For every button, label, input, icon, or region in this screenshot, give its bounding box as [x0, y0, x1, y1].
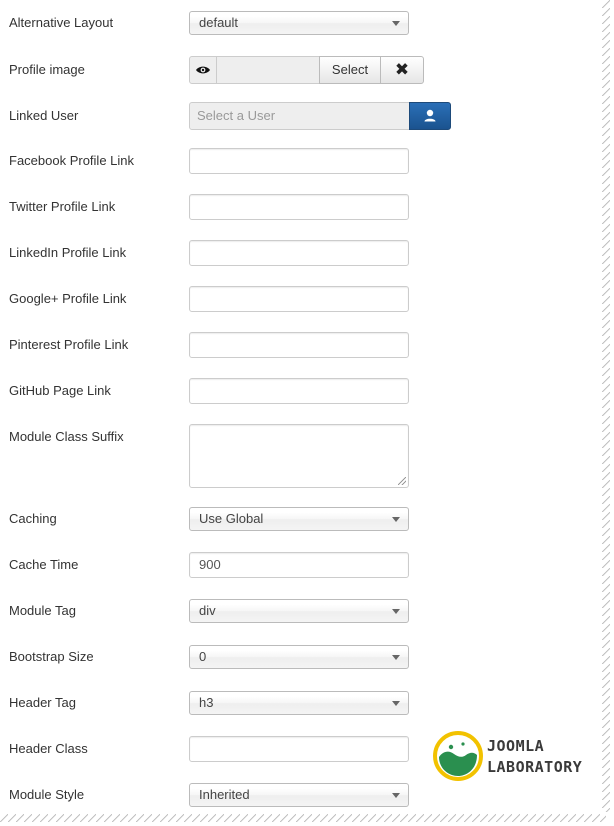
- select-user-button[interactable]: [409, 102, 451, 130]
- caching-select[interactable]: Use Global: [189, 507, 409, 531]
- profile-image-label: Profile image: [9, 62, 85, 77]
- header-tag-select[interactable]: h3: [189, 691, 409, 715]
- chevron-down-icon: [392, 609, 400, 614]
- header-class-input[interactable]: [189, 736, 409, 762]
- cache-time-label: Cache Time: [9, 557, 79, 572]
- chevron-down-icon: [392, 701, 400, 706]
- module-style-select[interactable]: Inherited: [189, 783, 409, 807]
- profile-image-path-field[interactable]: [216, 56, 320, 84]
- bootstrap-size-select[interactable]: 0: [189, 645, 409, 669]
- pinterest-input[interactable]: [189, 332, 409, 358]
- bootstrap-size-label: Bootstrap Size: [9, 649, 94, 664]
- github-input[interactable]: [189, 378, 409, 404]
- chevron-down-icon: [392, 21, 400, 26]
- joomla-laboratory-logo: JOOMLA LABORATORY: [432, 730, 592, 782]
- header-tag-label: Header Tag: [9, 695, 76, 710]
- facebook-input[interactable]: [189, 148, 409, 174]
- linked-user-label: Linked User: [9, 108, 79, 123]
- header-class-label: Header Class: [9, 741, 88, 756]
- chevron-down-icon: [392, 655, 400, 660]
- user-icon: [424, 109, 436, 122]
- module-class-suffix-textarea[interactable]: [189, 424, 409, 488]
- bootstrap-size-value: 0: [199, 649, 207, 664]
- header-tag-value: h3: [199, 695, 214, 710]
- profile-image-picker: Select ✖: [189, 56, 425, 84]
- caching-label: Caching: [9, 511, 57, 526]
- linked-user-picker: Select a User: [189, 102, 451, 130]
- logo-text-joomla: JOOMLA: [487, 737, 545, 755]
- linkedin-input[interactable]: [189, 240, 409, 266]
- module-tag-select[interactable]: div: [189, 599, 409, 623]
- alternative-layout-value: default: [199, 15, 239, 30]
- module-tag-value: div: [199, 603, 216, 618]
- github-label: GitHub Page Link: [9, 383, 111, 398]
- cache-time-input[interactable]: 900: [189, 552, 409, 578]
- eye-icon: [196, 66, 210, 74]
- caching-value: Use Global: [199, 511, 264, 526]
- linked-user-field[interactable]: Select a User: [189, 102, 410, 130]
- facebook-label: Facebook Profile Link: [9, 153, 135, 168]
- clear-image-button[interactable]: ✖: [380, 56, 424, 84]
- pinterest-label: Pinterest Profile Link: [9, 337, 129, 352]
- chevron-down-icon: [392, 793, 400, 798]
- resize-grip-icon[interactable]: [398, 477, 406, 485]
- alternative-layout-label: Alternative Layout: [9, 15, 114, 30]
- logo-text-laboratory: LABORATORY: [487, 758, 583, 776]
- twitter-label: Twitter Profile Link: [9, 199, 116, 214]
- select-image-button[interactable]: Select: [319, 56, 381, 84]
- module-class-suffix-label: Module Class Suffix: [9, 429, 124, 444]
- linkedin-label: LinkedIn Profile Link: [9, 245, 127, 260]
- module-tag-label: Module Tag: [9, 603, 76, 618]
- preview-button[interactable]: [189, 56, 217, 84]
- googleplus-label: Google+ Profile Link: [9, 291, 127, 306]
- alternative-layout-select[interactable]: default: [189, 11, 409, 35]
- chevron-down-icon: [392, 517, 400, 522]
- module-style-value: Inherited: [199, 787, 250, 802]
- close-icon: ✖: [394, 60, 410, 79]
- module-style-label: Module Style: [9, 787, 85, 802]
- torn-edge-bottom: [0, 814, 606, 822]
- twitter-input[interactable]: [189, 194, 409, 220]
- flask-logo-icon: [433, 731, 483, 781]
- torn-edge-right: [602, 0, 610, 812]
- googleplus-input[interactable]: [189, 286, 409, 312]
